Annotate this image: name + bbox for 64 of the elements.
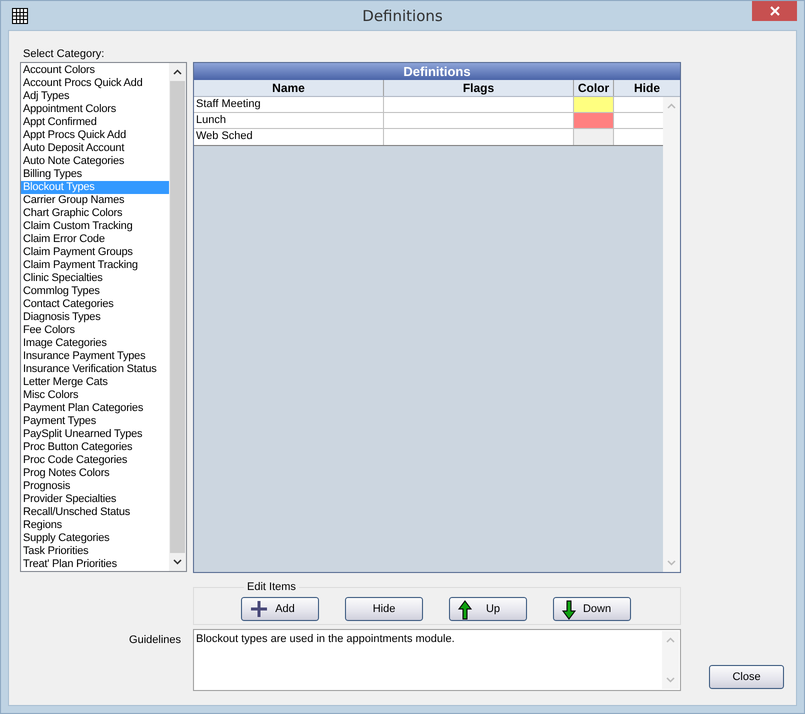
scroll-up-icon[interactable] bbox=[173, 69, 182, 75]
category-item[interactable]: Billing Types bbox=[21, 168, 169, 181]
category-item[interactable]: Claim Error Code bbox=[21, 233, 169, 246]
category-item[interactable]: Clinic Specialties bbox=[21, 272, 169, 285]
category-item[interactable]: Prognosis bbox=[21, 480, 169, 493]
category-item[interactable]: Appointment Colors bbox=[21, 103, 169, 116]
category-item[interactable]: Proc Code Categories bbox=[21, 454, 169, 467]
category-item[interactable]: Auto Note Categories bbox=[21, 155, 169, 168]
window-title: Definitions bbox=[362, 6, 443, 24]
category-item[interactable]: Claim Custom Tracking bbox=[21, 220, 169, 233]
guidelines-label: Guidelines bbox=[128, 634, 181, 646]
group-label: Edit Items bbox=[246, 581, 297, 593]
column-header[interactable]: Color bbox=[574, 80, 614, 96]
category-item[interactable]: Diagnosis Types bbox=[21, 311, 169, 324]
category-item[interactable]: Payment Plan Categories bbox=[21, 402, 169, 415]
category-item[interactable]: Auto Deposit Account bbox=[21, 142, 169, 155]
category-item[interactable]: Treat' Plan Priorities bbox=[21, 558, 169, 571]
close-icon bbox=[770, 6, 780, 16]
category-item[interactable]: Insurance Verification Status bbox=[21, 363, 169, 376]
category-item[interactable]: Task Priorities bbox=[21, 545, 169, 558]
scroll-down-icon[interactable] bbox=[173, 559, 182, 565]
category-item[interactable]: Fee Colors bbox=[21, 324, 169, 337]
grid-icon bbox=[12, 8, 28, 24]
close-button[interactable]: Close bbox=[709, 665, 784, 689]
category-item[interactable]: Carrier Group Names bbox=[21, 194, 169, 207]
category-item[interactable]: PaySplit Unearned Types bbox=[21, 428, 169, 441]
category-item[interactable]: Claim Payment Groups bbox=[21, 246, 169, 259]
category-item[interactable]: Account Colors bbox=[21, 64, 169, 77]
table-cell: Staff Meeting bbox=[194, 97, 384, 112]
down-arrow-icon bbox=[562, 600, 576, 620]
category-item[interactable]: Supply Categories bbox=[21, 532, 169, 545]
category-item[interactable]: Payment Types bbox=[21, 415, 169, 428]
category-item[interactable]: Claim Payment Tracking bbox=[21, 259, 169, 272]
add-button[interactable]: Add bbox=[241, 596, 319, 620]
category-item[interactable]: Regions bbox=[21, 519, 169, 532]
up-button[interactable]: Up bbox=[449, 596, 527, 620]
scrollbar-thumb[interactable] bbox=[170, 81, 185, 553]
category-item[interactable]: Appt Confirmed bbox=[21, 116, 169, 129]
category-item[interactable]: Insurance Payment Types bbox=[21, 350, 169, 363]
table-cell: Web Sched bbox=[194, 129, 384, 145]
table-cell: Lunch bbox=[194, 113, 384, 128]
category-item[interactable]: Commlog Types bbox=[21, 285, 169, 298]
category-item[interactable]: Proc Button Categories bbox=[21, 441, 169, 454]
category-label: Select Category: bbox=[22, 47, 106, 62]
category-item[interactable]: Letter Merge Cats bbox=[21, 376, 169, 389]
close-button[interactable] bbox=[752, 1, 797, 21]
category-item[interactable]: Misc Colors bbox=[21, 389, 169, 402]
category-item[interactable]: Appt Procs Quick Add bbox=[21, 129, 169, 142]
category-item[interactable]: Prog Notes Colors bbox=[21, 467, 169, 480]
category-item[interactable]: Provider Specialties bbox=[21, 493, 169, 506]
column-header[interactable]: Flags bbox=[384, 80, 574, 96]
category-item[interactable]: Image Categories bbox=[21, 337, 169, 350]
category-item[interactable]: Adj Types bbox=[21, 90, 169, 103]
down-button[interactable]: Down bbox=[553, 596, 631, 620]
column-header[interactable]: Name bbox=[194, 80, 384, 96]
hide-button[interactable]: Hide bbox=[345, 596, 423, 620]
up-arrow-icon bbox=[458, 600, 472, 620]
category-item[interactable]: Chart Graphic Colors bbox=[21, 207, 169, 220]
table-title: Definitions bbox=[194, 63, 680, 80]
column-header[interactable]: Hide bbox=[614, 80, 680, 96]
category-item[interactable]: Contact Categories bbox=[21, 298, 169, 311]
category-item[interactable]: Recall/Unsched Status bbox=[21, 506, 169, 519]
category-item[interactable]: Account Procs Quick Add bbox=[21, 77, 169, 90]
plus-icon bbox=[250, 600, 268, 618]
